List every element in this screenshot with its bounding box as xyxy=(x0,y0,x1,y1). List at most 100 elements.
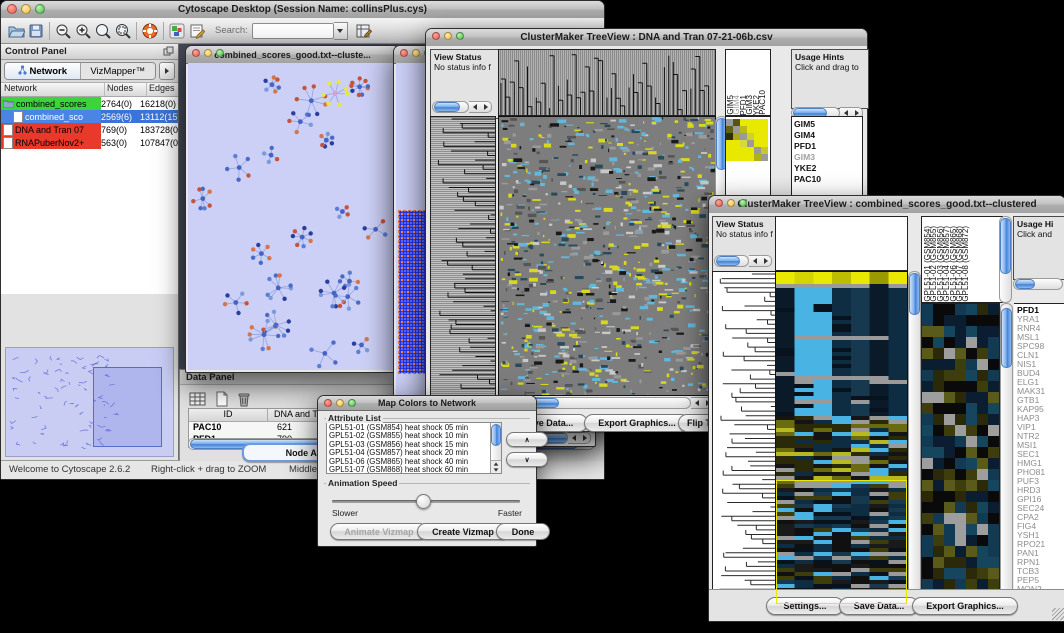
close-icon[interactable] xyxy=(192,49,200,57)
vizmap-icon[interactable] xyxy=(167,21,187,40)
resize-grip[interactable] xyxy=(1052,608,1064,620)
attribute-list-vscrollbar[interactable] xyxy=(490,423,501,473)
desktop: Cytoscape Desktop (Session Name: collins… xyxy=(0,0,1064,633)
advanced-search-icon[interactable] xyxy=(354,21,374,40)
tv2-column-dendrogram[interactable] xyxy=(775,216,908,271)
document-icon xyxy=(13,111,23,123)
minimize-icon[interactable] xyxy=(336,399,344,407)
folder-icon xyxy=(3,99,14,108)
delete-attribute-icon[interactable] xyxy=(234,389,254,408)
speed-slider-thumb[interactable] xyxy=(416,494,431,509)
main-titlebar[interactable]: Cytoscape Desktop (Session Name: collins… xyxy=(1,1,604,19)
minimize-icon[interactable] xyxy=(444,32,452,40)
map-colors-dialog: Map Colors to Network Attribute List GPL… xyxy=(317,395,537,547)
tab-overflow-button[interactable] xyxy=(159,62,175,80)
control-panel-title: Control Panel xyxy=(5,46,67,57)
search-label: Search: xyxy=(215,25,248,36)
toolbar-separator xyxy=(136,22,137,40)
document-icon xyxy=(3,124,13,136)
zoom-window-icon[interactable] xyxy=(216,49,224,57)
close-icon[interactable] xyxy=(7,4,17,14)
tv2-hints-hscrollbar[interactable] xyxy=(1013,278,1063,290)
data-panel-title: Data Panel xyxy=(186,372,235,383)
tv1-row-dendrogram[interactable] xyxy=(430,116,496,396)
tv2-zoom-heatmap[interactable] xyxy=(921,303,1000,606)
birdseye-view[interactable] xyxy=(5,347,174,457)
document-icon xyxy=(3,137,13,149)
dialog-titlebar[interactable]: Map Colors to Network xyxy=(318,396,536,411)
tv2-labels-vscrollbar[interactable] xyxy=(999,216,1012,303)
attribute-list-label: Attribute List xyxy=(326,413,383,423)
treeview2-titlebar[interactable]: ClusterMaker TreeView : combined_scores_… xyxy=(709,196,1064,214)
zoom-window-icon[interactable] xyxy=(456,32,464,40)
save-icon[interactable] xyxy=(26,21,46,40)
control-panel: Control Panel Network VizMapper™ xyxy=(1,44,179,461)
open-file-icon[interactable] xyxy=(6,21,26,40)
tv2-heatmap[interactable] xyxy=(775,271,908,606)
tv1-column-dendrogram[interactable] xyxy=(498,49,716,116)
minimize-icon[interactable] xyxy=(204,49,212,57)
minimize-icon[interactable] xyxy=(727,199,735,207)
network-row-dna-tran[interactable]: DNA and Tran 07 769(0) 183728(0) xyxy=(1,123,178,136)
toolbar-separator xyxy=(163,22,164,40)
tv2-row-labels[interactable]: PFD1YRA1RNR4MSL1SPC98CLN1NIS1BUD4ELG1MAK… xyxy=(1014,303,1064,604)
animation-speed-label: Animation Speed xyxy=(326,478,399,488)
annotation-icon[interactable] xyxy=(187,21,207,40)
birdseye-selection[interactable] xyxy=(93,367,162,447)
zoom-out-icon[interactable] xyxy=(53,21,73,40)
tv2-status-hscrollbar[interactable] xyxy=(714,255,772,267)
tv2-usage-hints: Usage Hi Click and xyxy=(1013,216,1064,280)
treeview2-title: ClusterMaker TreeView : combined_scores_… xyxy=(737,199,1036,210)
attribute-list[interactable]: GPL51-01 (GSM854) heat shock 05 minGPL51… xyxy=(326,422,502,474)
network-table-header: Network Nodes Edges xyxy=(1,83,178,97)
tv1-similarity-matrix[interactable] xyxy=(726,119,768,161)
search-dropdown-icon[interactable] xyxy=(334,22,348,40)
tv2-row-dendrogram[interactable] xyxy=(712,271,776,606)
move-down-button[interactable]: ∨ xyxy=(506,452,548,467)
tv1-status-hscrollbar[interactable] xyxy=(432,101,492,113)
close-icon[interactable] xyxy=(400,49,408,57)
column-header-id[interactable]: ID xyxy=(189,409,268,421)
dialog-title: Map Colors to Network xyxy=(378,398,476,408)
treeview2-window: ClusterMaker TreeView : combined_scores_… xyxy=(708,195,1064,622)
zoom-window-icon[interactable] xyxy=(348,399,356,407)
tv1-column-labels[interactable]: GIM5GIM4PFD1GIM3YKE2PAC10 xyxy=(725,49,771,116)
tv1-heatmap[interactable] xyxy=(498,116,716,396)
tv2-export-graphics-button[interactable]: Export Graphics... xyxy=(912,597,1018,615)
minimize-icon[interactable] xyxy=(412,49,420,57)
done-button[interactable]: Done xyxy=(496,523,550,540)
float-panel-icon[interactable] xyxy=(163,43,174,61)
tab-vizmapper[interactable]: VizMapper™ xyxy=(81,63,156,79)
tv2-column-labels[interactable]: GPL51-01 (GSM854)GPL51-02 (GSM855)GPL51-… xyxy=(921,216,1003,303)
treeview1-title: ClusterMaker TreeView : DNA and Tran 07-… xyxy=(520,32,772,43)
table-mode-icon[interactable] xyxy=(188,389,208,408)
new-attribute-icon[interactable] xyxy=(212,389,232,408)
minimize-icon[interactable] xyxy=(21,4,31,14)
network-view-titlebar[interactable]: combined_scores_good.txt--cluste... xyxy=(186,46,399,64)
close-icon[interactable] xyxy=(324,399,332,407)
search-input[interactable] xyxy=(252,23,334,39)
slower-label: Slower xyxy=(332,508,358,518)
tab-network[interactable]: Network xyxy=(5,63,81,79)
zoom-in-icon[interactable] xyxy=(73,21,93,40)
zoom-window-icon[interactable] xyxy=(739,199,747,207)
tv2-heatmap-vscrollbar[interactable] xyxy=(908,271,921,606)
network-view-window: combined_scores_good.txt--cluste... xyxy=(185,45,400,373)
zoom-window-icon[interactable] xyxy=(35,4,45,14)
treeview1-titlebar[interactable]: ClusterMaker TreeView : DNA and Tran 07-… xyxy=(426,29,867,47)
network-row-rnapuber[interactable]: RNAPuberNov2+ 563(0) 107847(0) xyxy=(1,136,178,149)
window-controls xyxy=(7,4,45,14)
network-row-combined-scores[interactable]: combined_scores 2764(0) 16218(0) xyxy=(1,97,178,110)
move-up-button[interactable]: ∧ xyxy=(506,432,548,447)
close-icon[interactable] xyxy=(432,32,440,40)
network-canvas[interactable] xyxy=(188,63,397,370)
help-icon[interactable] xyxy=(140,21,160,40)
tv1-export-graphics-button[interactable]: Export Graphics... xyxy=(584,414,690,432)
tv2-genelist-vscrollbar[interactable] xyxy=(1000,303,1013,606)
close-icon[interactable] xyxy=(715,199,723,207)
network-row-combined-sco-selected[interactable]: combined_sco 2569(6) 13112(15) xyxy=(1,110,178,123)
animate-vizmap-button[interactable]: Animate Vizmap xyxy=(330,523,428,540)
zoom-fit-icon[interactable] xyxy=(93,21,113,40)
zoom-selected-icon[interactable] xyxy=(113,21,133,40)
tv2-selection-rect xyxy=(776,480,907,604)
